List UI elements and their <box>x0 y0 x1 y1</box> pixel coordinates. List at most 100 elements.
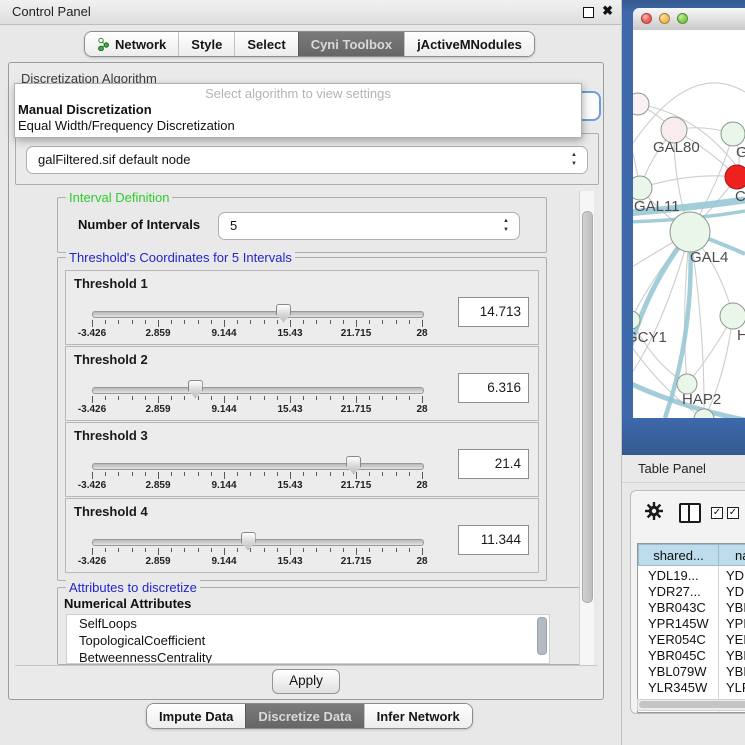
column-header-name[interactable]: na <box>718 544 745 566</box>
tick-mark <box>224 548 225 555</box>
tick-mark <box>184 472 185 476</box>
tick-mark <box>211 472 212 476</box>
split-pane-icon[interactable] <box>679 503 701 523</box>
tick-label: 2.859 <box>145 328 170 339</box>
tick-mark <box>158 548 159 555</box>
tick-label: 28 <box>416 328 427 339</box>
tick-mark <box>369 396 370 400</box>
tick-label: 9.144 <box>211 328 236 339</box>
threshold-value-field[interactable]: 14.713 <box>458 297 529 327</box>
table-data-combobox[interactable]: galFiltered.sif default node ▲▼ <box>26 146 588 174</box>
bottom-tab-bar: Impute DataDiscretize DataInfer Network <box>146 703 473 729</box>
node-label: GA <box>736 144 745 161</box>
tab-style[interactable]: Style <box>178 32 234 56</box>
threshold-slider-track[interactable] <box>92 463 424 470</box>
tick-mark <box>158 472 159 479</box>
tick-mark <box>409 472 410 476</box>
cell-name: YDL1 <box>726 568 745 584</box>
apply-button[interactable]: Apply <box>272 669 340 694</box>
table-row[interactable]: YDL19...YDL1 <box>638 568 745 584</box>
threshold-title: Threshold 3 <box>74 428 148 443</box>
algorithm-option-equal-width[interactable]: Equal Width/Frequency Discretization <box>15 118 581 134</box>
network-node[interactable] <box>633 93 649 115</box>
tick-mark <box>356 548 357 555</box>
threshold-value-field[interactable]: 11.344 <box>458 525 529 555</box>
settings-scrollbar-thumb[interactable] <box>582 211 593 603</box>
node-label: GAL80 <box>653 139 700 156</box>
network-node-gal11[interactable] <box>633 176 652 200</box>
algorithm-option-manual[interactable]: Manual Discretization <box>15 102 581 118</box>
threshold-value-field[interactable]: 21.4 <box>458 449 529 479</box>
bottom-tab-infer-network[interactable]: Infer Network <box>364 704 472 728</box>
tick-mark <box>92 548 93 555</box>
zoom-traffic-light-icon[interactable] <box>677 13 688 24</box>
tab-label: Cyni Toolbox <box>311 37 392 52</box>
bottom-tab-impute-data[interactable]: Impute Data <box>147 704 245 728</box>
settings-scroll-panel: Interval Definition Number of Intervals … <box>15 191 597 666</box>
tab-jactivemnodules[interactable]: jActiveMNodules <box>404 32 534 56</box>
tick-mark <box>356 396 357 403</box>
table-row[interactable]: YPR145WYPR1 <box>638 616 745 632</box>
network-node-h[interactable] <box>720 303 745 329</box>
tick-mark <box>250 548 251 552</box>
app-root: Control Panel ✖ NetworkStyleSelectCyni T… <box>0 0 745 745</box>
checkbox-icon[interactable]: ✓ <box>727 507 739 519</box>
bottom-tab-discretize-data[interactable]: Discretize Data <box>245 704 363 728</box>
table-hscrollbar-track[interactable] <box>637 699 745 711</box>
network-node-ga[interactable] <box>721 122 745 146</box>
attributes-group-label: Attributes to discretize <box>66 580 200 595</box>
threshold-slider-track[interactable] <box>92 539 424 546</box>
cell-name: YBR0 <box>726 648 745 664</box>
tick-mark <box>422 396 423 403</box>
algorithm-dropdown-popup: Select algorithm to view settings Manual… <box>14 83 582 138</box>
float-window-icon[interactable] <box>583 7 594 18</box>
tick-mark <box>237 548 238 552</box>
table-row[interactable]: YDR27...YDR2 <box>638 584 745 600</box>
settings-scrollbar-track[interactable] <box>579 191 594 665</box>
tick-label: 28 <box>416 480 427 491</box>
tick-label: 15.43 <box>277 480 302 491</box>
threshold-value-field[interactable]: 6.316 <box>458 373 529 403</box>
tab-select[interactable]: Select <box>234 32 297 56</box>
table-panel-title: Table Panel <box>638 455 706 482</box>
gear-icon[interactable] <box>644 501 664 521</box>
network-node-gal4[interactable] <box>670 212 710 252</box>
tab-cyni-toolbox[interactable]: Cyni Toolbox <box>298 32 404 56</box>
tab-network[interactable]: Network <box>85 32 178 56</box>
table-row[interactable]: YBR045CYBR0 <box>638 648 745 664</box>
threshold-slider-track[interactable] <box>92 311 424 318</box>
tab-label: Style <box>191 37 222 52</box>
table-row[interactable]: YBL079WYBL0 <box>638 664 745 680</box>
network-window-titlebar[interactable] <box>633 8 745 31</box>
tick-mark <box>118 396 119 400</box>
threshold-title: Threshold 1 <box>74 276 148 291</box>
attributes-list-scrollbar[interactable] <box>537 617 547 655</box>
minimize-traffic-light-icon[interactable] <box>659 13 670 24</box>
close-icon[interactable]: ✖ <box>602 3 613 19</box>
network-canvas[interactable]: GAL80GACGAL11GAL4GCY1HHAP2 <box>633 30 745 418</box>
cell-name: YER0 <box>726 632 745 648</box>
tab-label: Select <box>247 37 285 52</box>
table-row[interactable]: YLR345WYLR3 <box>638 680 745 696</box>
attribute-list-item[interactable]: TopologicalCoefficient <box>67 632 549 649</box>
tick-mark <box>356 472 357 479</box>
column-header-shared[interactable]: shared... <box>638 544 719 566</box>
number-of-intervals-combobox[interactable]: 5 ▲▼ <box>218 212 520 240</box>
network-node-c[interactable] <box>725 165 745 189</box>
tick-label: 15.43 <box>277 328 302 339</box>
threshold-slider-track[interactable] <box>92 387 424 394</box>
attribute-list-item[interactable]: BetweennessCentrality <box>67 649 549 664</box>
slider-ticks <box>92 548 422 556</box>
network-view-area: GAL80GACGAL11GAL4GCY1HHAP2 <box>622 0 745 455</box>
table-hscrollbar-thumb[interactable] <box>639 701 745 708</box>
tick-mark <box>211 320 212 324</box>
close-traffic-light-icon[interactable] <box>641 13 652 24</box>
numerical-attributes-list[interactable]: SelfLoopsTopologicalCoefficientBetweenne… <box>66 614 550 664</box>
table-row[interactable]: YBR043CYBR0 <box>638 600 745 616</box>
tick-mark <box>409 548 410 552</box>
table-row[interactable]: YER054CYER0 <box>638 632 745 648</box>
algorithm-hint-option[interactable]: Select algorithm to view settings <box>15 84 581 102</box>
network-edge[interactable] <box>640 176 737 188</box>
checkbox-icon[interactable]: ✓ <box>711 507 723 519</box>
attribute-list-item[interactable]: SelfLoops <box>67 615 549 632</box>
